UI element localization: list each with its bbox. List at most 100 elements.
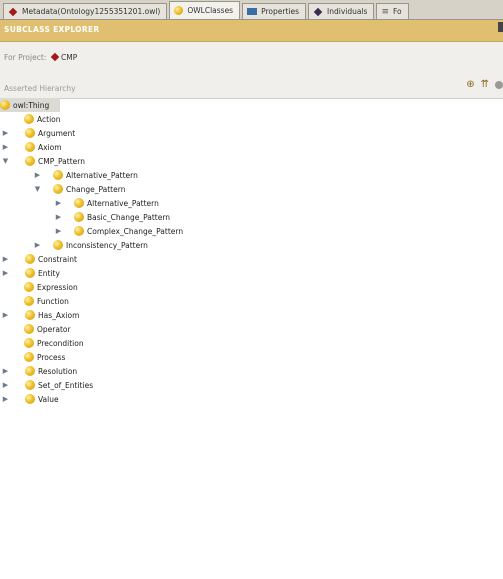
tree-label: Change_Pattern — [66, 184, 126, 194]
tree-row-constraint[interactable]: ▶ Constraint — [2, 252, 77, 266]
tab-metadata[interactable]: Metadata(Ontology1255351201.owl) — [3, 3, 168, 19]
tree-label: Action — [37, 114, 61, 124]
tree-row-function[interactable]: Function — [24, 294, 69, 308]
tree-label: owl:Thing — [13, 100, 50, 110]
expand-icon[interactable]: ▶ — [2, 381, 9, 389]
tab-properties[interactable]: Properties — [242, 3, 307, 19]
tree-row-axiom[interactable]: ▶ Axiom — [2, 140, 62, 154]
tree-row-precondition[interactable]: Precondition — [24, 336, 84, 350]
class-icon — [25, 268, 35, 278]
class-icon — [25, 156, 35, 166]
tree-label: Has_Axiom — [38, 310, 80, 320]
tree-row-complex-change-pattern[interactable]: ▶ Complex_Change_Pattern — [55, 224, 183, 238]
expand-icon[interactable]: ▶ — [55, 199, 62, 207]
class-icon — [74, 212, 84, 222]
class-icon — [24, 338, 34, 348]
add-subclass-icon[interactable]: ⊕ — [466, 79, 474, 90]
tree-label: Alternative_Pattern — [87, 198, 159, 208]
class-icon — [25, 394, 35, 404]
property-icon — [247, 8, 258, 15]
tree-row-argument[interactable]: ▶ Argument — [2, 126, 75, 140]
expand-icon[interactable]: ▶ — [2, 367, 9, 375]
tree-row-entity[interactable]: ▶ Entity — [2, 266, 60, 280]
add-sibling-icon[interactable]: ⇈ — [481, 79, 489, 90]
collapse-icon[interactable]: ▼ — [2, 157, 9, 165]
class-icon — [25, 366, 35, 376]
panel-title: SUBCLASS EXPLORER — [4, 25, 100, 34]
tree-row-alternative-pattern[interactable]: ▶ Alternative_Pattern — [34, 168, 138, 182]
tree-label: Expression — [37, 282, 78, 292]
expand-icon[interactable]: ▶ — [55, 213, 62, 221]
project-name: CMP — [61, 53, 78, 62]
tab-forms-label: Fo — [393, 7, 402, 16]
more-icon[interactable] — [495, 81, 503, 89]
tree-row-has-axiom[interactable]: ▶ Has_Axiom — [2, 308, 79, 322]
class-icon — [25, 310, 35, 320]
expand-icon[interactable]: ▶ — [2, 311, 9, 319]
tree-row-inconsistency-pattern[interactable]: ▶ Inconsistency_Pattern — [34, 238, 148, 252]
expand-icon[interactable]: ▶ — [34, 171, 41, 179]
class-icon — [74, 198, 84, 208]
tree-row-process[interactable]: Process — [24, 350, 65, 364]
tab-individuals[interactable]: Individuals — [308, 3, 375, 19]
hierarchy-label: Asserted Hierarchy — [4, 84, 76, 93]
tree-row-action[interactable]: Action — [24, 112, 61, 126]
class-icon — [53, 170, 63, 180]
class-icon — [25, 380, 35, 390]
tree-label: Operator — [37, 324, 71, 334]
tree-label: Basic_Change_Pattern — [87, 212, 171, 222]
tree-label: Resolution — [38, 366, 78, 376]
class-icon — [74, 226, 84, 236]
class-icon — [0, 100, 10, 110]
tree-label: Axiom — [38, 142, 62, 152]
tree-row-basic-change-pattern[interactable]: ▶ Basic_Change_Pattern — [55, 210, 170, 224]
panel-edge — [498, 22, 503, 32]
class-icon — [24, 324, 34, 334]
expand-icon[interactable]: ▶ — [34, 241, 41, 249]
tab-metadata-label: Metadata(Ontology1255351201.owl) — [22, 7, 161, 16]
class-icon — [25, 142, 35, 152]
tab-owl-classes[interactable]: OWLClasses — [169, 1, 241, 19]
tab-bar: Metadata(Ontology1255351201.owl) OWLClas… — [0, 0, 503, 20]
project-label: For Project: — [4, 53, 47, 62]
class-icon — [25, 128, 35, 138]
tree-label: Value — [38, 394, 59, 404]
tree-label: Function — [37, 296, 69, 306]
tree-row-change-pattern[interactable]: ▼ Change_Pattern — [34, 182, 125, 196]
class-icon — [24, 296, 34, 306]
tab-properties-label: Properties — [261, 7, 300, 16]
hierarchy-toolbar: ⊕ ⇈ — [466, 79, 503, 90]
tree-row-operator[interactable]: Operator — [24, 322, 71, 336]
tree-row-alternative-pattern-sub[interactable]: ▶ Alternative_Pattern — [55, 196, 159, 210]
project-row: For Project: CMP — [0, 42, 503, 73]
tab-forms[interactable]: ≡ Fo — [376, 3, 409, 19]
class-icon — [53, 184, 63, 194]
expand-icon[interactable]: ▶ — [2, 143, 9, 151]
tree-row-expression[interactable]: Expression — [24, 280, 78, 294]
class-icon — [24, 114, 34, 124]
tree-label: Entity — [38, 268, 60, 278]
tab-individuals-label: Individuals — [327, 7, 368, 16]
tree-row-owl-thing[interactable]: owl:Thing — [0, 98, 60, 112]
subclass-explorer-header: SUBCLASS EXPLORER — [0, 20, 503, 42]
tree-label: Precondition — [37, 338, 84, 348]
tree-row-set-of-entities[interactable]: ▶ Set_of_Entities — [2, 378, 93, 392]
individual-icon — [313, 7, 323, 16]
expand-icon[interactable]: ▶ — [55, 227, 62, 235]
class-icon — [25, 254, 35, 264]
tree-row-cmp-pattern[interactable]: ▼ CMP_Pattern — [2, 154, 85, 168]
collapse-icon[interactable]: ▼ — [34, 185, 41, 193]
expand-icon[interactable]: ▶ — [2, 269, 9, 277]
project-diamond-icon — [50, 52, 60, 62]
tree-row-resolution[interactable]: ▶ Resolution — [2, 364, 77, 378]
tree-row-value[interactable]: ▶ Value — [2, 392, 59, 406]
class-icon — [174, 6, 184, 15]
tree-label: Constraint — [38, 254, 77, 264]
expand-icon[interactable]: ▶ — [2, 395, 9, 403]
expand-icon[interactable]: ▶ — [2, 129, 9, 137]
tree-label: Set_of_Entities — [38, 380, 94, 390]
expand-icon[interactable]: ▶ — [2, 255, 9, 263]
diamond-icon — [8, 7, 18, 16]
tab-owl-classes-label: OWLClasses — [187, 6, 234, 15]
class-icon — [24, 352, 34, 362]
